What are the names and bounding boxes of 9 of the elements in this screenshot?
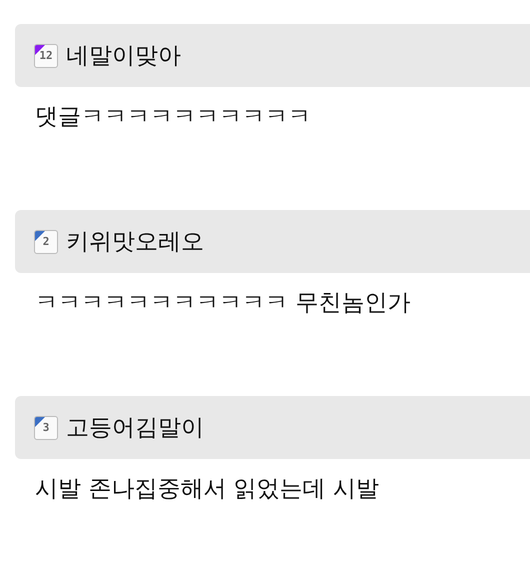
author-name[interactable]: 네말이맞아 <box>66 40 181 71</box>
comment-text: 댓글ㅋㅋㅋㅋㅋㅋㅋㅋㅋㅋ <box>34 103 312 132</box>
level-number: 12 <box>39 49 53 62</box>
author-name[interactable]: 고등어김말이 <box>66 412 204 443</box>
comment-text: 시발 존나집중해서 읽었는데 시발 <box>34 475 380 504</box>
level-number: 3 <box>42 421 50 434</box>
comment-text: ㅋㅋㅋㅋㅋㅋㅋㅋㅋㅋㅋ 무친놈인가 <box>34 289 412 318</box>
author-name[interactable]: 키위맛오레오 <box>66 226 204 257</box>
level-number: 2 <box>42 235 50 248</box>
